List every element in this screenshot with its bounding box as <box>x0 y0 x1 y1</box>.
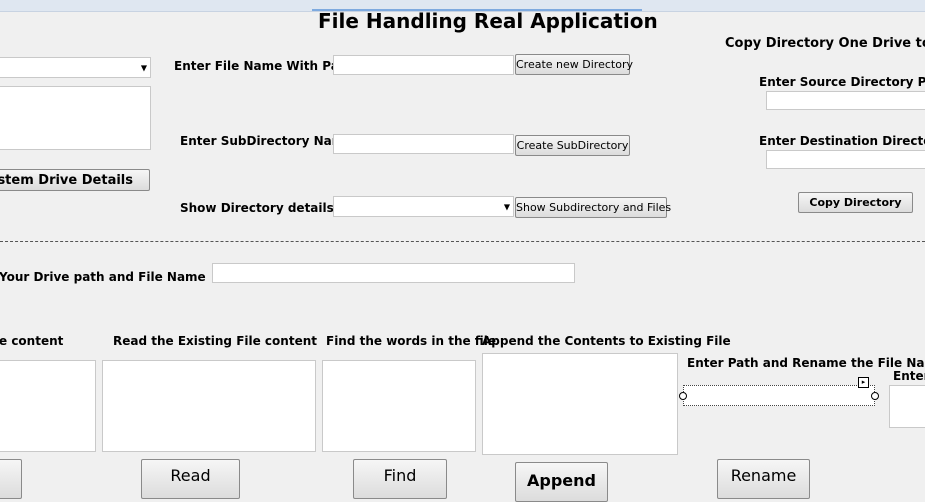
copy-directory-title: Copy Directory One Drive to <box>725 36 925 51</box>
rename-file-input[interactable] <box>683 385 875 406</box>
append-contents-label: Append the Contents to Existing File <box>482 334 731 348</box>
drive-path-label: Your Drive path and File Name <box>0 270 206 284</box>
read-file-textarea[interactable] <box>102 360 316 452</box>
show-subdirectory-files-button[interactable]: Show Subdirectory and Files <box>515 197 671 218</box>
find-button[interactable]: Find <box>353 459 447 499</box>
source-directory-label: Enter Source Directory Path a <box>759 75 925 89</box>
selection-handle-left <box>679 392 687 400</box>
subdirectory-label: Enter SubDirectory Name <box>180 134 353 148</box>
partial-left-button[interactable] <box>0 459 22 499</box>
find-words-label: Find the words in the file <box>326 334 496 348</box>
enter-label: Enter <box>893 369 925 383</box>
drive-details-textbox[interactable] <box>0 86 151 150</box>
section-divider <box>0 241 925 242</box>
append-button[interactable]: Append <box>515 462 608 502</box>
create-subdirectory-button[interactable]: Create SubDirectory <box>515 135 630 156</box>
subdirectory-input[interactable] <box>333 134 514 154</box>
content-textarea[interactable] <box>0 360 96 452</box>
smart-tag-icon[interactable]: ▸ <box>858 377 869 388</box>
system-drive-details-button[interactable]: stem Drive Details <box>0 169 150 191</box>
destination-directory-label: Enter Destination Directory Pa <box>759 134 925 148</box>
enter-input[interactable] <box>889 385 925 428</box>
app-title: File Handling Real Application <box>318 9 658 33</box>
file-name-input[interactable] <box>333 55 514 75</box>
chevron-down-icon: ▼ <box>140 63 147 72</box>
create-directory-button[interactable]: Create new Directory <box>515 54 633 75</box>
append-contents-textarea[interactable] <box>482 353 678 455</box>
rename-button[interactable]: Rename <box>717 459 810 499</box>
rename-file-label: Enter Path and Rename the File Name <box>687 356 925 370</box>
drive-combobox[interactable]: ▼ <box>0 57 151 78</box>
file-name-label: Enter File Name With Path <box>174 59 354 73</box>
show-directory-details-label: Show Directory details. <box>180 201 339 215</box>
find-words-textarea[interactable] <box>322 360 476 452</box>
read-file-label: Read the Existing File content <box>113 334 317 348</box>
read-button[interactable]: Read <box>141 459 240 499</box>
selection-handle-right <box>871 392 879 400</box>
destination-directory-input[interactable] <box>766 150 925 169</box>
content-label: e content <box>0 334 64 348</box>
copy-directory-button[interactable]: Copy Directory <box>798 192 913 213</box>
drive-path-input[interactable] <box>212 263 575 283</box>
directory-details-combobox[interactable]: ▼ <box>333 196 514 217</box>
source-directory-input[interactable] <box>766 91 925 110</box>
chevron-down-icon: ▼ <box>503 202 510 211</box>
